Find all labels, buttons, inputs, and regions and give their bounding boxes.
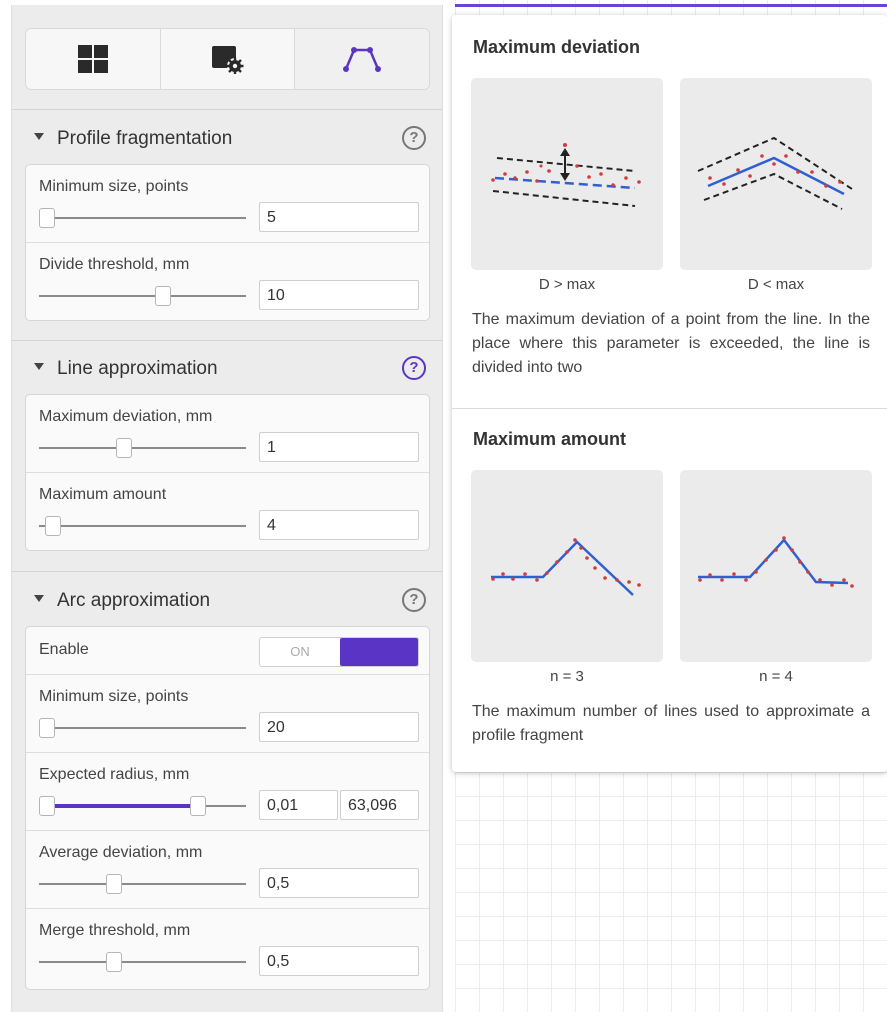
illustration-three-lines <box>471 470 663 662</box>
polyline-icon <box>343 47 382 72</box>
average-deviation-input[interactable]: 0,5 <box>259 868 419 898</box>
setting-row-expected-radius: Expected radius, mm 0,01 63,096 <box>26 753 429 831</box>
setting-row-merge-threshold: Merge threshold, mm 0,5 <box>26 909 429 987</box>
slider-handle[interactable] <box>105 874 122 894</box>
help-icon[interactable]: ? <box>402 588 426 612</box>
setting-label: Minimum size, points <box>39 178 189 195</box>
caption-left: n = 3 <box>550 668 584 685</box>
setting-label: Divide threshold, mm <box>39 256 190 273</box>
accent-line <box>455 4 887 7</box>
average-deviation-slider[interactable] <box>39 874 246 894</box>
tab-screen-settings[interactable] <box>161 29 296 89</box>
help-icon[interactable]: ? <box>402 356 426 380</box>
range-fill <box>47 804 199 808</box>
tab-bar <box>25 28 430 90</box>
setting-label: Expected radius, mm <box>39 766 190 783</box>
popup-title-max-deviation: Maximum deviation <box>473 37 641 57</box>
toggle-on-label: ON <box>290 644 310 659</box>
setting-label: Maximum amount <box>39 486 167 503</box>
line-approximation-card: Maximum deviation, mm 1 Maximum amount 4 <box>25 394 430 551</box>
expected-radius-max-input[interactable]: 63,096 <box>340 790 419 820</box>
tab-approximation[interactable] <box>295 29 429 89</box>
slider-handle[interactable] <box>39 718 56 738</box>
slider-handle[interactable] <box>45 516 62 536</box>
arc-approximation-card: Enable ON Minimum size, points 20 Expect… <box>25 626 430 990</box>
illustration-four-lines <box>680 470 872 662</box>
merge-threshold-slider[interactable] <box>39 952 246 972</box>
max-deviation-slider[interactable] <box>39 438 246 458</box>
min-size-input[interactable]: 5 <box>259 202 419 232</box>
setting-row-max-amount: Maximum amount 4 <box>26 473 429 551</box>
setting-label: Merge threshold, mm <box>39 922 191 939</box>
max-amount-slider[interactable] <box>39 516 246 536</box>
collapse-arrow-icon[interactable] <box>34 133 44 140</box>
max-deviation-input[interactable]: 1 <box>259 432 419 462</box>
setting-label: Average deviation, mm <box>39 844 203 861</box>
toggle-thumb[interactable] <box>340 638 418 666</box>
max-amount-input[interactable]: 4 <box>259 510 419 540</box>
section-title: Line approximation <box>57 358 218 379</box>
divider <box>12 340 442 341</box>
slider-handle[interactable] <box>105 952 122 972</box>
setting-label: Maximum deviation, mm <box>39 408 213 425</box>
section-title: Arc approximation <box>57 590 211 611</box>
section-header-profile-fragmentation[interactable]: Profile fragmentation ? <box>12 119 442 159</box>
divider <box>452 408 887 409</box>
setting-label: Minimum size, points <box>39 688 189 705</box>
caption-left: D > max <box>538 276 596 293</box>
setting-row-average-deviation: Average deviation, mm 0,5 <box>26 831 429 909</box>
divide-threshold-slider[interactable] <box>39 286 246 306</box>
description-max-amount: The maximum number of lines used to appr… <box>472 703 870 744</box>
setting-row-enable: Enable ON <box>26 627 429 675</box>
arc-min-size-input[interactable]: 20 <box>259 712 419 742</box>
popup-title-max-amount: Maximum amount <box>473 429 627 449</box>
help-icon[interactable]: ? <box>402 126 426 150</box>
settings-screen-icon <box>211 46 243 74</box>
setting-row-divide-threshold: Divide threshold, mm 10 <box>26 243 429 321</box>
illustration-deviation-within <box>680 78 872 270</box>
divider <box>12 109 442 110</box>
section-title: Profile fragmentation <box>57 128 233 149</box>
min-size-slider[interactable] <box>39 208 246 228</box>
settings-panel: Profile fragmentation ? Minimum size, po… <box>11 5 443 1012</box>
section-header-line-approximation[interactable]: Line approximation ? <box>12 349 442 389</box>
collapse-arrow-icon[interactable] <box>34 363 44 370</box>
enable-toggle[interactable]: ON <box>259 637 419 667</box>
profile-fragmentation-card: Minimum size, points 5 Divide threshold,… <box>25 164 430 321</box>
setting-row-max-deviation: Maximum deviation, mm 1 <box>26 395 429 473</box>
caption-right: n = 4 <box>759 668 793 685</box>
grid-icon <box>77 45 108 73</box>
range-handle-low[interactable] <box>39 796 56 816</box>
description-max-deviation: The maximum deviation of a point from th… <box>472 311 870 376</box>
slider-handle[interactable] <box>115 438 132 458</box>
setting-row-arc-min-size: Minimum size, points 20 <box>26 675 429 753</box>
caption-right: D < max <box>747 276 805 293</box>
merge-threshold-input[interactable]: 0,5 <box>259 946 419 976</box>
divider <box>12 571 442 572</box>
setting-row-min-size: Minimum size, points 5 <box>26 165 429 243</box>
slider-handle[interactable] <box>39 208 56 228</box>
arc-min-size-slider[interactable] <box>39 718 246 738</box>
divide-threshold-input[interactable]: 10 <box>259 280 419 310</box>
section-header-arc-approximation[interactable]: Arc approximation ? <box>12 581 442 621</box>
help-popup: Maximum deviation D > max D < max The ma… <box>452 15 887 772</box>
tab-layout[interactable] <box>26 29 161 89</box>
illustration-deviation-exceeded <box>471 78 663 270</box>
collapse-arrow-icon[interactable] <box>34 595 44 602</box>
slider-handle[interactable] <box>155 286 172 306</box>
expected-radius-min-input[interactable]: 0,01 <box>259 790 338 820</box>
setting-label: Enable <box>39 641 89 658</box>
expected-radius-range-slider[interactable] <box>39 796 246 816</box>
range-handle-high[interactable] <box>190 796 207 816</box>
